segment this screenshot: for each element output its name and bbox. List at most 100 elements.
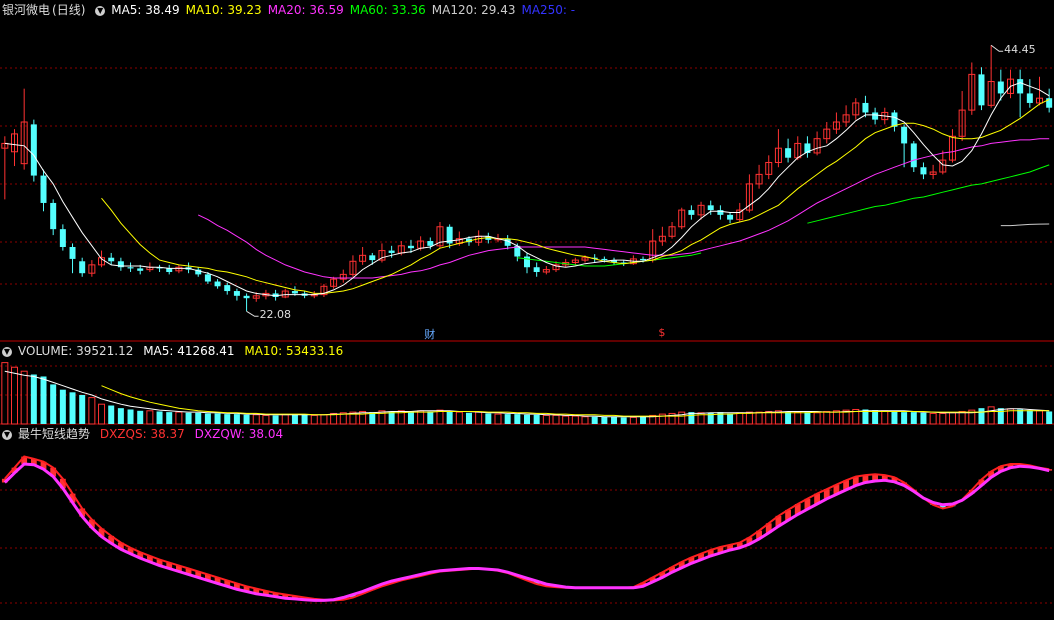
volume-ma5-line — [4, 370, 1050, 418]
candle-down — [407, 245, 414, 249]
volume-bar-down — [524, 414, 530, 424]
event-marker-finance[interactable]: 财 — [424, 326, 435, 342]
candle-down — [640, 258, 647, 261]
toggle-icon[interactable]: ▼ — [2, 346, 12, 357]
volume-bar-down — [291, 414, 298, 424]
volume-bar-down — [427, 411, 434, 424]
candle-down — [524, 256, 530, 268]
volume-bar-down — [79, 394, 86, 424]
volume-bar-down — [108, 405, 115, 424]
volume-bar-up — [929, 412, 937, 425]
candle-down — [707, 205, 714, 211]
candle-down — [214, 281, 221, 287]
volume-bar-down — [978, 408, 985, 424]
indicator-name[interactable]: 最牛短线趋势 — [18, 427, 90, 441]
volume-bar-up — [475, 411, 483, 425]
volume-bar-down — [224, 414, 231, 424]
volume-bar-up — [281, 414, 289, 425]
ma120-line — [1000, 223, 1050, 227]
volume-bar-down — [601, 416, 608, 424]
volume-bar-up — [794, 411, 802, 425]
volume-bar-down — [59, 389, 66, 424]
volume-bar-down — [804, 412, 811, 424]
volume-bar-up — [813, 412, 821, 425]
volume-bar-up — [20, 370, 28, 425]
candle-down — [920, 167, 927, 175]
candle-down — [204, 274, 211, 282]
ma20-line — [197, 138, 1050, 279]
volume-bar-down — [117, 408, 124, 424]
volume-bar-down — [1026, 410, 1033, 424]
volume-bar-down — [243, 414, 250, 424]
volume-bar-down — [166, 412, 173, 424]
volume-bar-up — [823, 410, 831, 425]
candle-down — [688, 210, 695, 215]
volume-bar-up — [98, 403, 106, 425]
candle-down — [785, 148, 792, 158]
candle-down — [166, 268, 173, 272]
volume-bar-down — [727, 413, 734, 424]
candle-down — [59, 229, 66, 247]
candle-down — [997, 81, 1004, 94]
candle-down — [1026, 93, 1033, 103]
indicator-dxzqs: DXZQS: 38.37 — [99, 427, 185, 441]
volume-bar-down — [785, 411, 792, 424]
price-header: 银河微电 (日线) ▼ MA5: 38.49 MA10: 39.23 MA20: 36.… — [2, 2, 587, 18]
event-marker-dividend[interactable]: $ — [658, 326, 665, 339]
candle-down — [872, 112, 879, 120]
ma-legend-item: MA120: 29.43 — [431, 3, 516, 17]
volume-bar-down — [407, 411, 414, 424]
ma-legend: MA5: 38.49 MA10: 39.23 MA20: 36.59 MA60: 33… — [111, 3, 581, 17]
volume-bar-down — [504, 414, 511, 424]
volume-ma5: MA5: 41268.41 — [143, 344, 235, 358]
chart-canvas — [0, 44, 1054, 604]
volume-bar-down — [640, 416, 647, 424]
volume-bar-down — [40, 376, 47, 424]
candle-down — [50, 202, 57, 230]
max-price-label: 44.45 — [1004, 43, 1036, 57]
volume-bar-down — [127, 409, 134, 424]
volume-bar-down — [591, 416, 598, 424]
candle-down — [901, 126, 908, 144]
volume-bar-down — [1017, 409, 1024, 424]
candle-down — [233, 291, 240, 296]
ma-legend-item: MA60: 33.36 — [349, 3, 426, 17]
stock-name[interactable]: 银河微电 — [2, 3, 50, 17]
volume-bar-down — [533, 414, 540, 424]
volume-bar-down — [485, 413, 492, 424]
volume-value: VOLUME: 39521.12 — [18, 344, 134, 358]
candle-down — [369, 255, 376, 261]
indicator-header: ▼ 最牛短线趋势 DXZQS: 38.37 DXZQW: 38.04 — [2, 426, 289, 442]
ma60-line — [517, 164, 1050, 267]
volume-bar-down — [156, 411, 163, 424]
min-pointer — [246, 310, 259, 317]
toggle-icon[interactable]: ▼ — [2, 429, 12, 440]
volume-bar-up — [262, 414, 270, 425]
candle-down — [388, 250, 395, 253]
volume-bar-down — [997, 408, 1004, 424]
candle-down — [137, 268, 144, 271]
candle-down — [69, 247, 76, 259]
ma-legend-item: MA5: 38.49 — [111, 3, 180, 17]
volume-bar-up — [88, 397, 96, 425]
volume-ma10-line — [101, 385, 1050, 417]
volume-bar-up — [436, 409, 444, 425]
candle-down — [127, 267, 134, 269]
volume-bar-down — [920, 412, 927, 424]
toggle-icon[interactable]: ▼ — [95, 5, 106, 16]
volume-bar-up — [494, 413, 502, 425]
volume-bar-up — [11, 366, 19, 425]
volume-bar-down — [69, 392, 76, 424]
volume-bar-up — [455, 411, 463, 425]
volume-bar-up — [175, 411, 183, 425]
volume-bar-up — [939, 412, 947, 425]
candle-down — [727, 214, 734, 220]
volume-panel — [1, 362, 1053, 425]
candle-down — [978, 74, 985, 106]
volume-bar-down — [301, 414, 308, 424]
volume-bar-up — [542, 414, 550, 425]
volume-bar-down — [910, 412, 917, 424]
volume-bar-down — [30, 374, 37, 424]
volume-bar-up — [562, 415, 570, 425]
volume-bar-up — [629, 416, 637, 425]
